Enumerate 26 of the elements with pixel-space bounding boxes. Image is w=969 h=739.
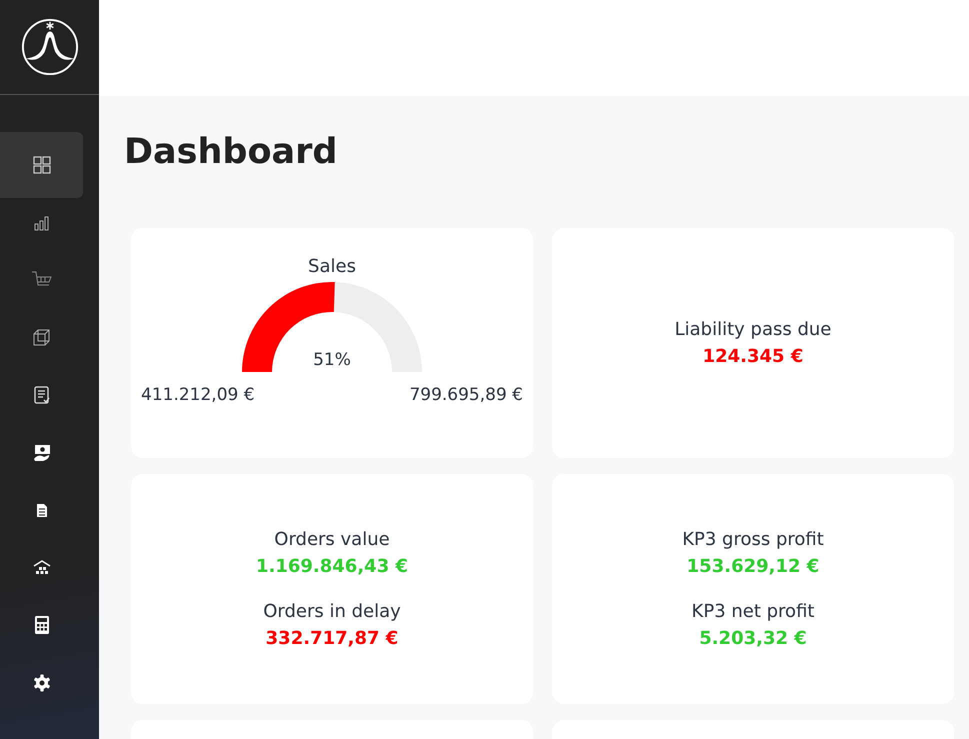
bar-chart-icon	[34, 214, 50, 230]
metric-label: KP3 gross profit	[682, 529, 824, 550]
calculator-icon	[34, 616, 48, 634]
gauge-max-value: 799.695,89 €	[409, 385, 523, 405]
metric-value: 1.169.846,43 €	[256, 556, 408, 577]
checklist-icon	[34, 386, 50, 404]
page-title: Dashboard	[124, 132, 338, 172]
settings-icon	[32, 674, 50, 692]
metric-value: 153.629,12 €	[686, 556, 820, 577]
sidebar-item[interactable]	[0, 132, 83, 198]
warehouse-icon	[32, 560, 50, 576]
metric-label: Orders in delay	[263, 601, 401, 622]
card-title: Sales	[308, 256, 356, 277]
metric-label: KP3 net profit	[692, 601, 814, 622]
metric-value: 5.203,32 €	[699, 628, 807, 649]
metric-value: 332.717,87 €	[266, 628, 398, 649]
cube-icon	[33, 329, 50, 346]
logo	[20, 18, 78, 76]
document-icon	[36, 502, 48, 518]
metric-label: Liability pass due	[674, 319, 832, 340]
metric-value: 124.345 €	[702, 346, 804, 367]
gauge-percent: 51%	[313, 350, 351, 370]
grid-icon	[32, 156, 50, 174]
money-hand-icon	[32, 444, 50, 462]
gauge-min-value: 411.212,09 €	[141, 385, 255, 405]
metric-label: Orders value	[274, 529, 390, 550]
